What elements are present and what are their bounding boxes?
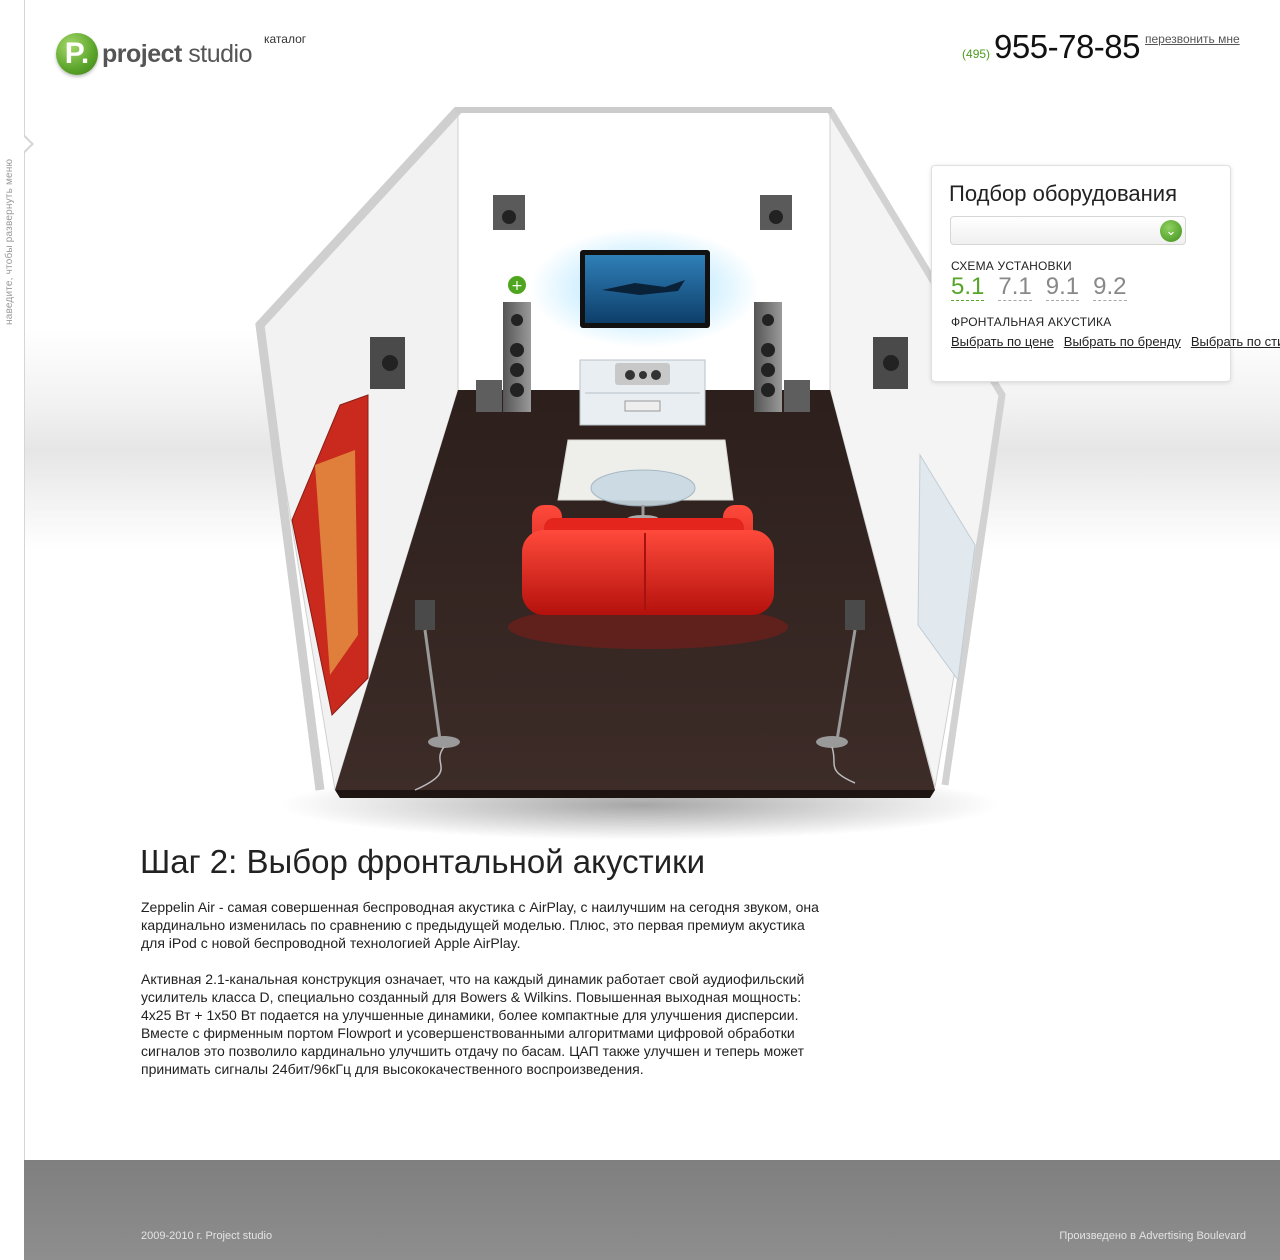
scheme-options: 5.1 7.1 9.1 9.2 (951, 274, 1127, 301)
scheme-9-2[interactable]: 9.2 (1093, 274, 1127, 301)
description: Zeppelin Air - самая совершенная беспров… (141, 898, 831, 1096)
front-left-woofer-1 (510, 343, 524, 357)
sidebar-notch-fill (22, 135, 31, 153)
scheme-5-1[interactable]: 5.1 (951, 274, 985, 301)
equipment-select[interactable]: ⌄ (950, 216, 1186, 245)
collapsed-sidebar[interactable]: наведите, чтобы развернуть меню (0, 0, 25, 1160)
right-wall-speaker-cone (883, 355, 899, 371)
front-right-woofer-1 (761, 343, 775, 357)
description-paragraph-2: Активная 2.1-канальная конструкция означ… (141, 971, 805, 1077)
logo-bold: project (102, 39, 182, 68)
rear-right-stand-base (816, 736, 848, 748)
add-marker-text: + (511, 278, 523, 294)
panel-title: Подбор оборудования (949, 181, 1178, 206)
filter-by-style-link[interactable]: Выбрать по стилю (1191, 334, 1280, 349)
sidebar-hint: наведите, чтобы развернуть меню (4, 158, 15, 325)
floor-edge (335, 790, 935, 798)
filter-by-price-link[interactable]: Выбрать по цене (951, 334, 1054, 349)
logo[interactable]: P. project studio (56, 33, 253, 75)
upper-right-speaker-cone (769, 210, 783, 224)
description-paragraph-1: Zeppelin Air - самая совершенная беспров… (141, 899, 819, 951)
left-wall-speaker-cone (382, 355, 398, 371)
equipment-selector-panel: Подбор оборудования ⌄ СХЕМА УСТАНОВКИ 5.… (931, 165, 1280, 382)
receiver (624, 400, 661, 412)
logo-light: studio (181, 39, 253, 68)
logo-text: project studio (102, 39, 253, 69)
front-right-woofer-3 (761, 383, 775, 397)
coffee-table (590, 469, 696, 507)
front-left-woofer-2 (510, 363, 524, 377)
filter-links: Выбрать по цене Выбрать по бренду Выбрать … (951, 333, 1280, 351)
logo-icon: P. (56, 33, 98, 75)
center-speaker-cone-2 (639, 371, 647, 379)
rear-right-speaker (845, 600, 865, 630)
left-subwoofer (476, 380, 502, 412)
right-subwoofer (784, 380, 810, 412)
catalog-link[interactable]: каталог (264, 32, 306, 46)
phone-code: (495) (962, 47, 991, 61)
callback-link[interactable]: перезвонить мне (1145, 32, 1240, 46)
scheme-7-1[interactable]: 7.1 (998, 274, 1032, 301)
front-right-woofer-2 (761, 363, 775, 377)
center-speaker-cone-3 (651, 370, 661, 380)
filter-by-brand-link[interactable]: Выбрать по бренду (1064, 334, 1181, 349)
page-title: Шаг 2: Выбор фронтальной акустики (140, 843, 706, 880)
front-acoustics-label: ФРОНТАЛЬНАЯ АКУСТИКА (951, 315, 1112, 329)
front-left-woofer-3 (510, 383, 524, 397)
rear-left-stand-base (428, 736, 460, 748)
front-left-tweeter (511, 314, 523, 326)
phone-number: 955-78-85 (994, 28, 1140, 65)
sofa (522, 530, 774, 615)
chevron-down-icon[interactable]: ⌄ (1160, 220, 1182, 242)
room-illustration: + (255, 106, 1006, 840)
footer-copyright: 2009-2010 г. Project studio (141, 1230, 273, 1242)
footer: 2009-2010 г. Project studio Произведено … (24, 1160, 1280, 1260)
front-right-tweeter (762, 314, 774, 326)
rear-left-speaker (415, 600, 435, 630)
upper-left-speaker-cone (502, 210, 516, 224)
footer-credit-link[interactable]: Произведено в Advertising Boulevard (1059, 1230, 1246, 1242)
scheme-label: СХЕМА УСТАНОВКИ (951, 259, 1072, 273)
center-speaker-cone-1 (625, 370, 635, 380)
phone: (495) 955-78-85 (962, 28, 1140, 66)
scheme-9-1[interactable]: 9.1 (1045, 274, 1080, 301)
